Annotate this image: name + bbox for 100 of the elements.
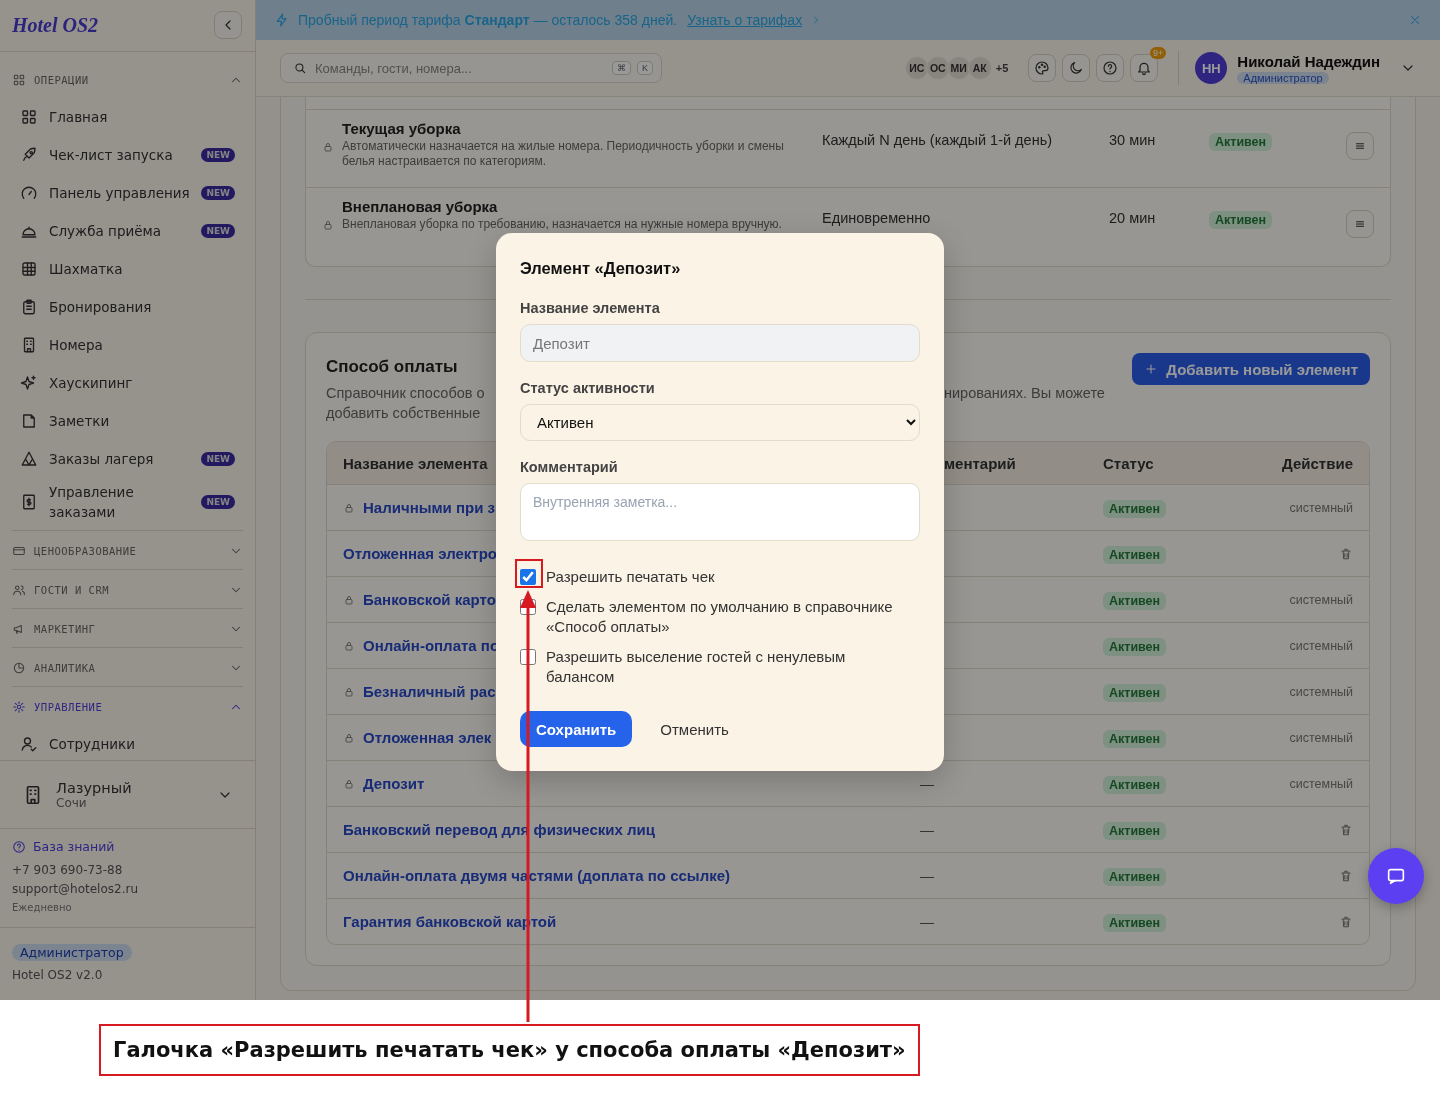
more-count[interactable]: +5 bbox=[995, 62, 1009, 74]
status-badge: Активен bbox=[1103, 683, 1167, 702]
dark-mode-button[interactable] bbox=[1062, 54, 1091, 82]
system-label: системный bbox=[1289, 500, 1353, 515]
search-box[interactable]: Команды, гости, номера... ⌘ K bbox=[280, 53, 662, 83]
payment-method-link[interactable]: Отложенная элек bbox=[363, 729, 492, 746]
add-element-button[interactable]: Добавить новый элемент bbox=[1132, 353, 1370, 385]
section-header[interactable]: МАРКЕТИНГ bbox=[12, 610, 243, 647]
nav-item[interactable]: Сотрудники bbox=[12, 724, 243, 760]
nav-label: Хаускипинг bbox=[49, 373, 134, 393]
help-button[interactable] bbox=[1096, 54, 1125, 82]
new-badge: NEW bbox=[201, 494, 235, 509]
comment-cell: — bbox=[920, 821, 934, 838]
collapse-button[interactable] bbox=[214, 11, 242, 40]
new-badge: NEW bbox=[201, 451, 235, 466]
checkbox[interactable] bbox=[520, 569, 536, 585]
section-description: Справочник способов о bbox=[326, 384, 485, 403]
nav-label: Панель управления bbox=[49, 183, 191, 203]
payment-method-link[interactable]: Наличными при з bbox=[363, 499, 496, 516]
section-description: добавить собственные bbox=[326, 404, 481, 423]
nav-label: Шахматка bbox=[49, 259, 124, 279]
trash-icon[interactable] bbox=[1339, 546, 1353, 561]
team-avatar[interactable]: МИ bbox=[946, 56, 971, 80]
trash-icon[interactable] bbox=[1339, 914, 1353, 929]
banner-text: Пробный период тарифа Стандарт — осталось 358 дней. bbox=[298, 12, 678, 28]
trash-icon[interactable] bbox=[1339, 822, 1353, 837]
checkbox[interactable] bbox=[520, 649, 536, 665]
status-select[interactable]: Активен bbox=[520, 404, 920, 441]
payment-method-link[interactable]: Банковской карто bbox=[363, 591, 496, 608]
rocket-icon bbox=[20, 145, 38, 164]
nav-item[interactable]: Бронирования bbox=[12, 287, 243, 326]
nav-label: Служба приёма bbox=[49, 221, 163, 241]
nav-item[interactable]: Служба приёма NEW bbox=[12, 211, 243, 250]
nav-label: Сотрудники bbox=[49, 734, 136, 754]
section-header[interactable]: УПРАВЛЕНИЕ bbox=[12, 688, 243, 725]
user-name: Николай Надеждин bbox=[1237, 52, 1380, 70]
payment-method-link[interactable]: Безналичный рас bbox=[363, 683, 496, 700]
system-label: системный bbox=[1289, 776, 1353, 791]
property-city: Сочи bbox=[56, 795, 87, 810]
user-check-icon bbox=[20, 734, 38, 753]
field-label: Комментарий bbox=[520, 459, 619, 475]
notifications-button[interactable] bbox=[1130, 54, 1159, 82]
grid-icon bbox=[20, 107, 38, 126]
new-badge: NEW bbox=[201, 185, 235, 200]
table-icon bbox=[20, 259, 38, 278]
section-header[interactable]: ОПЕРАЦИИ bbox=[12, 61, 243, 98]
dialog-title: Элемент «Депозит» bbox=[520, 259, 682, 278]
nav-item[interactable]: Хаускипинг bbox=[12, 363, 243, 402]
user-avatar[interactable]: НН bbox=[1195, 52, 1228, 84]
system-label: системный bbox=[1289, 684, 1353, 699]
checkbox-label: Разрешить печатать чек bbox=[546, 567, 715, 587]
section-description: нированиях. Вы можете bbox=[944, 384, 1105, 403]
new-badge: NEW bbox=[201, 147, 235, 162]
team-avatar[interactable]: ОС bbox=[925, 56, 950, 80]
status-badge: Активен bbox=[1103, 729, 1167, 748]
nav-label: Заказы лагеря bbox=[49, 449, 155, 469]
row-menu-button[interactable] bbox=[1346, 132, 1374, 160]
new-badge: NEW bbox=[201, 223, 235, 238]
nav-item[interactable]: Чек-лист запуска NEW bbox=[12, 135, 243, 174]
status-badge: Активен bbox=[1103, 637, 1167, 656]
theme-button[interactable] bbox=[1028, 54, 1057, 82]
nav-item[interactable]: Шахматка bbox=[12, 249, 243, 288]
team-avatar[interactable]: АК bbox=[967, 56, 992, 80]
comment-field[interactable]: Внутренняя заметка... bbox=[520, 483, 920, 541]
team-avatar[interactable]: ИС bbox=[904, 56, 929, 80]
search-input[interactable]: Команды, гости, номера... bbox=[313, 59, 606, 77]
checkbox[interactable] bbox=[520, 599, 536, 615]
section-header[interactable]: АНАЛИТИКА bbox=[12, 649, 243, 686]
knowledge-base-link[interactable]: База знаний bbox=[33, 839, 115, 855]
app-version: Hotel OS2 v2.0 bbox=[12, 967, 103, 984]
bell-icon bbox=[1136, 60, 1153, 76]
nav-item[interactable]: Номера bbox=[12, 325, 243, 364]
nav-label: Управление заказами bbox=[49, 482, 135, 522]
logo[interactable]: Hotel OS2 bbox=[12, 13, 99, 37]
section-header[interactable]: ЦЕНООБРАЗОВАНИЕ bbox=[12, 532, 243, 569]
sparkle-icon bbox=[20, 373, 38, 392]
property-switcher[interactable]: Лазурный Сочи bbox=[0, 759, 255, 830]
payment-method-link[interactable]: Депозит bbox=[363, 775, 425, 792]
duration-cell-text: 20 мин bbox=[1109, 210, 1157, 226]
support-hours: Ежедневно bbox=[12, 902, 73, 914]
column-header: Действие bbox=[1282, 454, 1353, 472]
section-header[interactable]: ГОСТИ И CRM bbox=[12, 571, 243, 608]
comment-cell: — bbox=[920, 913, 934, 930]
nav-item[interactable]: Управление заказами NEW bbox=[12, 477, 243, 526]
nav-item[interactable]: Заметки bbox=[12, 401, 243, 440]
nav-label: Бронирования bbox=[49, 297, 153, 317]
trash-icon[interactable] bbox=[1339, 868, 1353, 883]
status-badge: Активен bbox=[1103, 545, 1167, 564]
search-icon bbox=[293, 61, 307, 75]
system-label: системный bbox=[1289, 638, 1353, 653]
row-menu-button[interactable] bbox=[1346, 210, 1374, 238]
settings-icon bbox=[12, 699, 26, 714]
cancel-button[interactable]: Отменить bbox=[660, 720, 729, 738]
grid-icon bbox=[12, 72, 26, 87]
nav-item[interactable]: Главная bbox=[12, 97, 243, 136]
nav-item[interactable]: Заказы лагеря NEW bbox=[12, 439, 243, 478]
payment-method-link[interactable]: Отложенная электро bbox=[343, 545, 498, 562]
save-button[interactable]: Сохранить bbox=[520, 711, 633, 747]
nav-item[interactable]: Панель управления NEW bbox=[12, 173, 243, 212]
cleaning-description: Автоматически назначается на жилые номера. Периодичность уборки и смены белья настраивается по категориям. bbox=[342, 139, 785, 169]
